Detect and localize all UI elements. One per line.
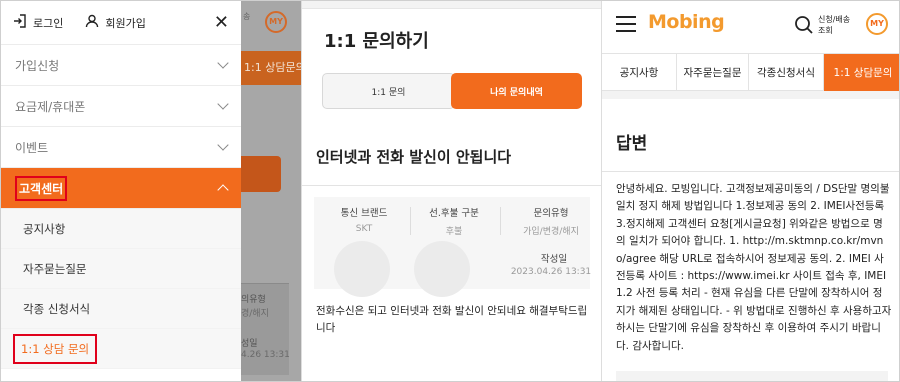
divider xyxy=(602,171,899,172)
info-date-value: 2023.04.26 13:31 xyxy=(510,267,592,277)
my-page-icon[interactable]: MY xyxy=(866,13,888,35)
login-icon xyxy=(13,14,33,31)
info-brand: 통신 브랜드 SKT xyxy=(324,205,404,234)
question-body: 전화수신은 되고 인터넷과 전화 발신이 안되네요 해결부탁드립니다 xyxy=(316,305,588,334)
placeholder-shape xyxy=(414,241,470,297)
drawer-header: 로그인 회원가입 ✕ xyxy=(1,1,241,45)
section-gap xyxy=(602,91,899,99)
chevron-down-icon xyxy=(217,139,229,151)
submenu-item-label: 1:1 상담 문의 xyxy=(13,333,98,364)
screenshot-frame: 송 MY 1:1 상담문의 의유형 경/해지 성일 4.26 13:31 로그인 xyxy=(0,0,900,382)
inquiry-detail-panel: 1:1 문의하기 1:1 문의 나의 문의내역 인터넷과 전화 발신이 안됩니다… xyxy=(301,1,601,381)
chevron-down-icon xyxy=(217,98,229,110)
submenu-item-label: 자주묻는질문 xyxy=(23,261,87,276)
background-card: 의유형 경/해지 성일 4.26 13:31 xyxy=(241,283,290,375)
tab-new-inquiry[interactable]: 1:1 문의 xyxy=(322,73,455,109)
site-header: Mobing 신청/배송 조회 MY xyxy=(602,1,899,51)
info-type-label: 문의유형 xyxy=(533,208,569,219)
menu-item-label: 요금제/휴대폰 xyxy=(15,99,86,114)
info-date-label: 작성일 xyxy=(540,254,568,265)
submenu-item-one-on-one[interactable]: 1:1 상담 문의 xyxy=(1,329,241,369)
submenu-item-forms[interactable]: 각종 신청서식 xyxy=(1,289,241,329)
hamburger-menu-icon[interactable] xyxy=(616,16,636,37)
info-type-value: 가입/변경/해지 xyxy=(523,227,579,237)
tab-forms[interactable]: 각종신청서식 xyxy=(749,54,824,91)
signup-button[interactable]: 회원가입 xyxy=(85,14,146,31)
placeholder-shape xyxy=(334,241,390,297)
tab-notices[interactable]: 공지사항 xyxy=(602,54,677,91)
customer-center-tabs: 공지사항 자주묻는질문 각종신청서식 1:1 상담문의 xyxy=(602,53,899,91)
close-icon[interactable]: ✕ xyxy=(214,13,229,32)
answer-title: 답변 xyxy=(616,134,648,154)
tab-my-inquiries[interactable]: 나의 문의내역 xyxy=(451,73,582,109)
question-title: 인터넷과 전화 발신이 안됩니다 xyxy=(316,148,512,166)
background-orange-button xyxy=(241,156,281,192)
info-brand-value: SKT xyxy=(355,224,373,234)
inquiry-info-box: 통신 브랜드 SKT 선.후불 구분 후불 문의유형 가입/변경/해지 작성일 … xyxy=(314,197,591,297)
menu-item-label: 고객센터 xyxy=(15,175,68,201)
order-lookup-label[interactable]: 신청/배송 조회 xyxy=(818,14,856,36)
background-card-type-value: 경/해지 xyxy=(241,309,269,319)
submenu: 공지사항 자주묻는질문 각종 신청서식 1:1 상담 문의 xyxy=(1,209,241,369)
top-strip xyxy=(302,1,601,9)
menu-item-label: 가입신청 xyxy=(15,58,60,73)
background-small-text: 송 xyxy=(243,12,251,21)
chevron-up-icon xyxy=(217,184,229,196)
site-logo[interactable]: Mobing xyxy=(648,11,725,33)
login-button[interactable]: 로그인 xyxy=(13,14,63,31)
background-page: 송 MY 1:1 상담문의 의유형 경/해지 성일 4.26 13:31 xyxy=(241,1,301,381)
menu-item-signup-apply[interactable]: 가입신청 xyxy=(1,45,241,86)
tab-faq[interactable]: 자주묻는질문 xyxy=(677,54,749,91)
submenu-item-notices[interactable]: 공지사항 xyxy=(1,209,241,249)
submenu-item-faq[interactable]: 자주묻는질문 xyxy=(1,249,241,289)
background-card-date-label: 성일 xyxy=(241,339,258,349)
info-payment: 선.후불 구분 후불 xyxy=(414,205,494,237)
menu-item-plans-phones[interactable]: 요금제/휴대폰 xyxy=(1,86,241,127)
menu-item-label: 이벤트 xyxy=(15,140,49,155)
divider xyxy=(500,207,501,235)
submenu-item-label: 공지사항 xyxy=(23,221,66,236)
user-icon xyxy=(85,14,105,31)
info-payment-value: 후불 xyxy=(445,227,463,237)
search-icon[interactable] xyxy=(794,15,814,39)
divider xyxy=(410,207,411,235)
chevron-down-icon xyxy=(217,57,229,69)
inquiry-tabs: 1:1 문의 나의 문의내역 xyxy=(322,73,582,109)
menu-item-customer-center[interactable]: 고객센터 xyxy=(1,168,241,209)
divider xyxy=(302,185,601,186)
page-title: 1:1 문의하기 xyxy=(324,31,429,52)
info-payment-label: 선.후불 구분 xyxy=(429,208,479,219)
submenu-item-label: 각종 신청서식 xyxy=(23,301,91,316)
answer-panel: Mobing 신청/배송 조회 MY 공지사항 자주묻는질문 각종신청서식 1:… xyxy=(601,1,899,381)
background-consult-tab: 1:1 상담문의 xyxy=(241,51,301,85)
background-card-date-value: 4.26 13:31 xyxy=(241,350,290,360)
my-icon: MY xyxy=(265,11,287,33)
login-label: 로그인 xyxy=(33,16,64,30)
background-card-type-label: 의유형 xyxy=(241,295,266,305)
answer-body: 안녕하세요. 모빙입니다. 고객정보제공미동의 / DS단말 명의불일치 정지 … xyxy=(616,183,892,352)
info-brand-label: 통신 브랜드 xyxy=(340,208,388,219)
side-drawer: 로그인 회원가입 ✕ 가입신청 요금제/휴대폰 이벤트 고객센터 공지사항 자주… xyxy=(1,1,241,381)
info-type: 문의유형 가입/변경/해지 xyxy=(506,205,596,237)
tab-one-on-one[interactable]: 1:1 상담문의 xyxy=(824,54,899,91)
bottom-box xyxy=(616,371,888,381)
mobile-menu-panel: 송 MY 1:1 상담문의 의유형 경/해지 성일 4.26 13:31 로그인 xyxy=(1,1,301,381)
menu-item-events[interactable]: 이벤트 xyxy=(1,127,241,168)
signup-label: 회원가입 xyxy=(105,16,146,30)
